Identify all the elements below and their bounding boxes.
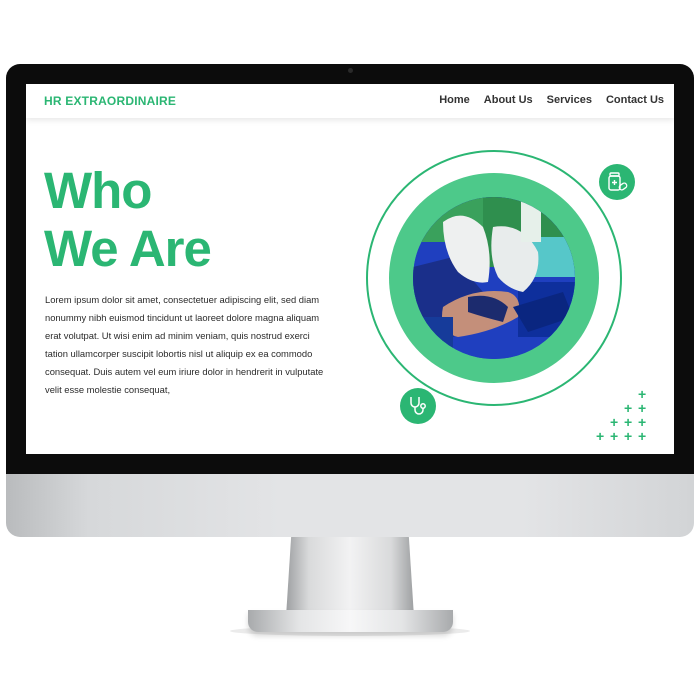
plus-icon: +	[610, 428, 619, 444]
hero-title-line-2: We Are	[44, 220, 212, 277]
hero-title-line-1: Who	[44, 162, 152, 219]
monitor-stand-neck	[286, 537, 414, 617]
plus-icon: +	[638, 428, 647, 444]
blood-draw-photo	[413, 197, 575, 359]
monitor-stand-base	[248, 610, 453, 632]
site-logo[interactable]: HR EXTRAORDINAIRE	[44, 94, 176, 108]
hero-title: Who We Are	[44, 162, 212, 278]
stethoscope-icon	[410, 397, 426, 415]
plus-pattern-decoration: + + + + + + + + + +	[594, 387, 650, 443]
plus-icon: +	[638, 386, 647, 402]
nav-link-contact[interactable]: Contact Us	[606, 94, 664, 106]
plus-icon: +	[624, 428, 633, 444]
stethoscope-badge	[400, 388, 436, 424]
plus-icon: +	[638, 400, 647, 416]
plus-icon: +	[624, 400, 633, 416]
nav-link-services[interactable]: Services	[547, 94, 592, 106]
hero-photo	[413, 197, 575, 359]
plus-icon: +	[624, 414, 633, 430]
monitor-chin	[6, 474, 694, 537]
medicine-badge	[599, 164, 635, 200]
website-screen: HR EXTRAORDINAIRE Home About Us Services…	[26, 84, 674, 454]
medicine-bottle-icon	[608, 172, 628, 191]
nav-link-about[interactable]: About Us	[484, 94, 533, 106]
plus-icon: +	[610, 414, 619, 430]
hero-paragraph: Lorem ipsum dolor sit amet, consectetuer…	[45, 294, 324, 395]
top-navbar: HR EXTRAORDINAIRE Home About Us Services…	[26, 84, 674, 118]
nav-link-home[interactable]: Home	[439, 94, 470, 106]
plus-icon: +	[596, 428, 605, 444]
nav-menu: Home About Us Services Contact Us	[439, 94, 664, 106]
webcam	[348, 68, 353, 73]
plus-icon: +	[638, 414, 647, 430]
